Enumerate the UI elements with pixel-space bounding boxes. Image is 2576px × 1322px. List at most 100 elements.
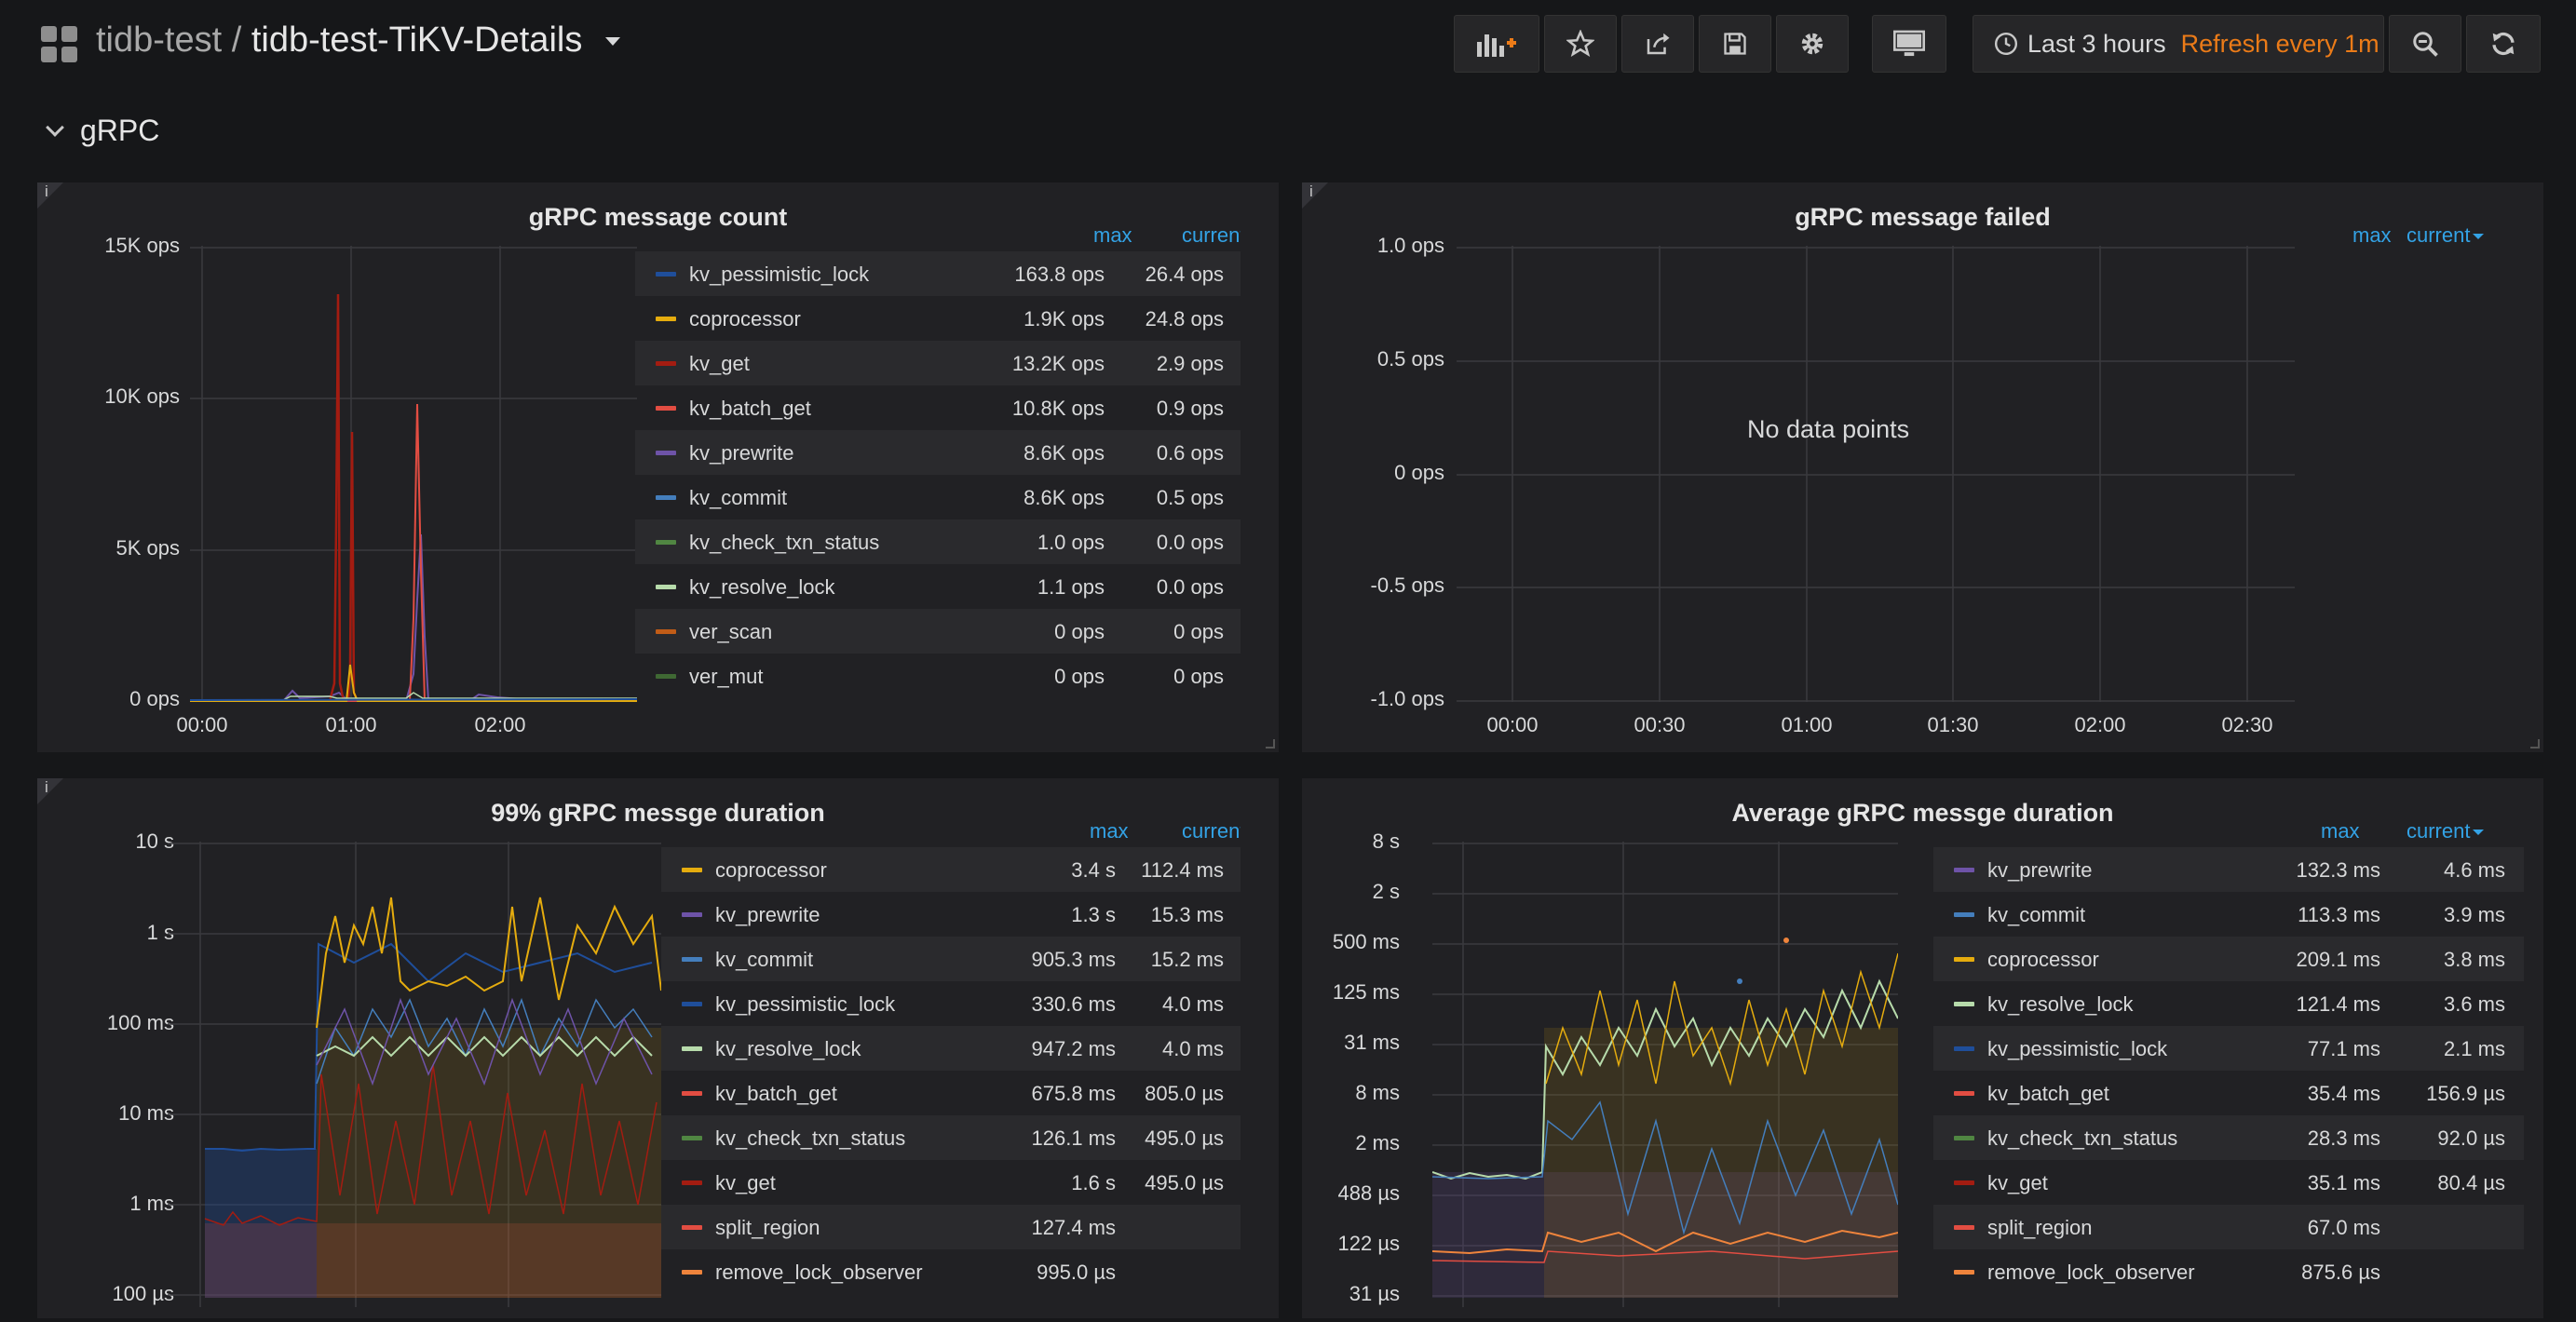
series-color-swatch[interactable] xyxy=(656,629,676,634)
y-axis-tick: 1.0 ops xyxy=(1376,234,1444,257)
series-color-swatch[interactable] xyxy=(1954,1091,1974,1096)
series-color-swatch[interactable] xyxy=(682,957,702,962)
graph-plot-area[interactable] xyxy=(1457,246,2295,702)
legend-item-kv-batch-get[interactable]: kv_batch_get 10.8K ops 0.9 ops xyxy=(635,385,1241,430)
legend-max-value: 3.4 s xyxy=(1071,858,1116,882)
legend-item-kv-batch-get[interactable]: kv_batch_get 35.4 ms 156.9 µs xyxy=(1933,1071,2524,1115)
star-button[interactable] xyxy=(1544,15,1617,73)
breadcrumb[interactable]: tidb-test / tidb-test-TiKV-Details xyxy=(96,20,620,61)
legend-item-ver-mut[interactable]: ver_mut 0 ops 0 ops xyxy=(635,654,1241,698)
series-color-swatch[interactable] xyxy=(1954,912,1974,917)
series-color-swatch[interactable] xyxy=(1954,957,1974,962)
series-color-swatch[interactable] xyxy=(1954,1136,1974,1140)
legend-item-kv-pessimistic-lock[interactable]: kv_pessimistic_lock 77.1 ms 2.1 ms xyxy=(1933,1026,2524,1071)
series-color-swatch[interactable] xyxy=(682,1091,702,1096)
legend-item-coprocessor[interactable]: coprocessor 1.9K ops 24.8 ops xyxy=(635,296,1241,341)
series-color-swatch[interactable] xyxy=(1954,1270,1974,1275)
legend-header-current[interactable]: current xyxy=(2407,223,2485,248)
series-color-swatch[interactable] xyxy=(682,1270,702,1275)
zoom-out-button[interactable] xyxy=(2389,15,2461,73)
series-color-swatch[interactable] xyxy=(656,361,676,366)
graph-plot-area[interactable] xyxy=(190,246,637,702)
legend-header-current[interactable]: current xyxy=(1182,223,1241,248)
legend-header-max[interactable]: max xyxy=(2321,819,2360,843)
series-color-swatch[interactable] xyxy=(656,674,676,679)
dashboard-title[interactable]: tidb-test-TiKV-Details xyxy=(251,20,582,60)
legend-item-kv-commit[interactable]: kv_commit 113.3 ms 3.9 ms xyxy=(1933,892,2524,937)
legend-series-name: kv_batch_get xyxy=(715,1082,837,1105)
panel-grpc-message-count[interactable]: i gRPC message count 15K ops 10K ops 5K … xyxy=(37,182,1279,752)
legend-header-current[interactable]: current xyxy=(2407,819,2485,843)
series-color-swatch[interactable] xyxy=(656,585,676,589)
legend-item-kv-prewrite[interactable]: kv_prewrite 132.3 ms 4.6 ms xyxy=(1933,847,2524,892)
legend-item-kv-commit[interactable]: kv_commit 8.6K ops 0.5 ops xyxy=(635,475,1241,519)
legend-item-kv-check-txn-status[interactable]: kv_check_txn_status 1.0 ops 0.0 ops xyxy=(635,519,1241,564)
series-color-swatch[interactable] xyxy=(656,540,676,545)
panel-99-grpc-duration[interactable]: i 99% gRPC messge duration 10 s 1 s 100 … xyxy=(37,778,1279,1318)
series-color-swatch[interactable] xyxy=(1954,1225,1974,1230)
tv-mode-button[interactable] xyxy=(1872,15,1946,73)
legend-item-kv-check-txn-status[interactable]: kv_check_txn_status 126.1 ms 495.0 µs xyxy=(661,1115,1241,1160)
legend-item-kv-prewrite[interactable]: kv_prewrite 1.3 s 15.3 ms xyxy=(661,892,1241,937)
share-button[interactable] xyxy=(1621,15,1694,73)
breadcrumb-folder[interactable]: tidb-test xyxy=(96,20,222,60)
series-color-swatch[interactable] xyxy=(1954,868,1974,872)
legend-item-kv-get[interactable]: kv_get 35.1 ms 80.4 µs xyxy=(1933,1160,2524,1205)
series-color-swatch[interactable] xyxy=(682,868,702,872)
graph-plot-area[interactable] xyxy=(168,842,661,1307)
add-panel-button[interactable] xyxy=(1454,15,1539,73)
series-color-swatch[interactable] xyxy=(682,1046,702,1051)
panel-average-grpc-duration[interactable]: Average gRPC messge duration 8 s 2 s 500… xyxy=(1302,778,2543,1318)
legend-item-remove-lock-observer[interactable]: remove_lock_observer 875.6 µs xyxy=(1933,1249,2524,1294)
series-color-swatch[interactable] xyxy=(682,1225,702,1230)
settings-button[interactable] xyxy=(1776,15,1849,73)
legend-item-kv-batch-get[interactable]: kv_batch_get 675.8 ms 805.0 µs xyxy=(661,1071,1241,1115)
save-button[interactable] xyxy=(1699,15,1771,73)
panel-resize-handle[interactable] xyxy=(2530,739,2540,749)
graph-plot-area[interactable] xyxy=(1432,842,1898,1307)
series-color-swatch[interactable] xyxy=(682,912,702,917)
legend-item-kv-get[interactable]: kv_get 1.6 s 495.0 µs xyxy=(661,1160,1241,1205)
legend-item-kv-pessimistic-lock[interactable]: kv_pessimistic_lock 163.8 ops 26.4 ops xyxy=(635,251,1241,296)
row-collapse-toggle[interactable]: gRPC xyxy=(46,114,159,148)
series-color-swatch[interactable] xyxy=(656,272,676,277)
series-color-swatch[interactable] xyxy=(682,1180,702,1185)
legend-item-coprocessor[interactable]: coprocessor 3.4 s 112.4 ms xyxy=(661,847,1241,892)
series-color-swatch[interactable] xyxy=(1954,1046,1974,1051)
refresh-button[interactable] xyxy=(2466,15,2541,73)
legend-item-coprocessor[interactable]: coprocessor 209.1 ms 3.8 ms xyxy=(1933,937,2524,981)
series-color-swatch[interactable] xyxy=(656,317,676,321)
panel-grpc-message-failed[interactable]: i gRPC message failed 1.0 ops 0.5 ops 0 … xyxy=(1302,182,2543,752)
legend-item-split-region[interactable]: split_region 127.4 ms xyxy=(661,1205,1241,1249)
legend-header-max[interactable]: max xyxy=(2352,223,2392,248)
legend-item-kv-resolve-lock[interactable]: kv_resolve_lock 121.4 ms 3.6 ms xyxy=(1933,981,2524,1026)
legend-header-current[interactable]: current xyxy=(1182,819,1241,843)
chevron-down-icon[interactable] xyxy=(604,37,620,47)
legend-max-value: 1.6 s xyxy=(1071,1171,1116,1194)
legend-item-kv-check-txn-status[interactable]: kv_check_txn_status 28.3 ms 92.0 µs xyxy=(1933,1115,2524,1160)
series-color-swatch[interactable] xyxy=(682,1002,702,1006)
legend-item-kv-resolve-lock[interactable]: kv_resolve_lock 947.2 ms 4.0 ms xyxy=(661,1026,1241,1071)
time-range-picker[interactable]: Last 3 hours Refresh every 1m xyxy=(1973,15,2384,73)
legend-item-split-region[interactable]: split_region 67.0 ms xyxy=(1933,1205,2524,1249)
legend-item-kv-get[interactable]: kv_get 13.2K ops 2.9 ops xyxy=(635,341,1241,385)
legend-header-max[interactable]: max xyxy=(1090,819,1129,843)
series-color-swatch[interactable] xyxy=(1954,1180,1974,1185)
series-color-swatch[interactable] xyxy=(682,1136,702,1140)
legend-series-name: kv_commit xyxy=(715,948,814,971)
y-axis-tick: 10 ms xyxy=(118,1101,174,1125)
legend-header-max[interactable]: max xyxy=(1093,223,1132,248)
series-color-swatch[interactable] xyxy=(1954,1002,1974,1006)
series-color-swatch[interactable] xyxy=(656,406,676,411)
legend-item-ver-scan[interactable]: ver_scan 0 ops 0 ops xyxy=(635,609,1241,654)
legend-item-kv-prewrite[interactable]: kv_prewrite 8.6K ops 0.6 ops xyxy=(635,430,1241,475)
legend-item-kv-commit[interactable]: kv_commit 905.3 ms 15.2 ms xyxy=(661,937,1241,981)
series-color-swatch[interactable] xyxy=(656,451,676,455)
panel-resize-handle[interactable] xyxy=(1266,739,1275,749)
x-axis-tick: 02:00 xyxy=(474,713,526,736)
legend-item-remove-lock-observer[interactable]: remove_lock_observer 995.0 µs xyxy=(661,1249,1241,1294)
dashboards-grid-icon[interactable] xyxy=(41,26,78,63)
series-color-swatch[interactable] xyxy=(656,495,676,500)
legend-item-kv-resolve-lock[interactable]: kv_resolve_lock 1.1 ops 0.0 ops xyxy=(635,564,1241,609)
legend-item-kv-pessimistic-lock[interactable]: kv_pessimistic_lock 330.6 ms 4.0 ms xyxy=(661,981,1241,1026)
